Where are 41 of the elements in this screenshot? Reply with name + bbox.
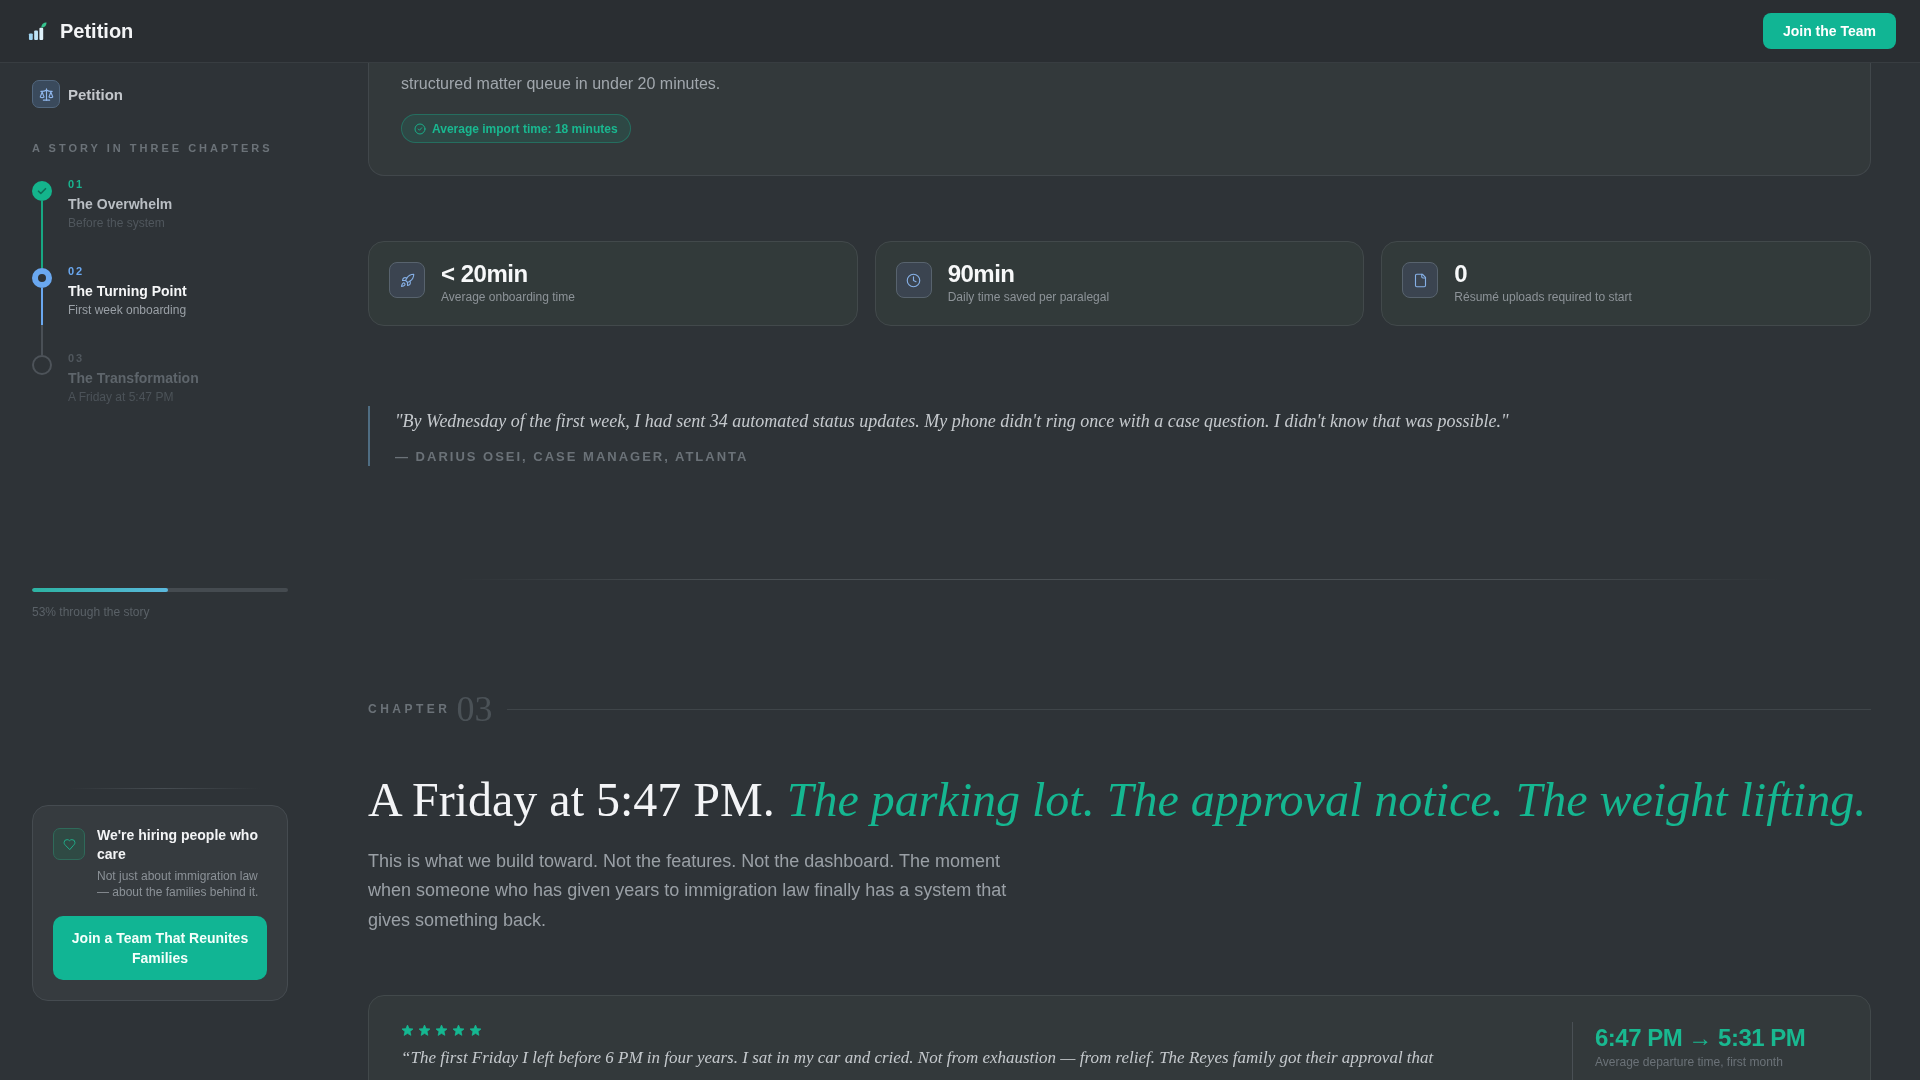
badge-text: Average import time: 18 minutes bbox=[432, 121, 618, 136]
ring-icon[interactable] bbox=[32, 268, 52, 288]
star-icon bbox=[418, 1024, 431, 1038]
stat-label: Daily time saved per paralegal bbox=[947, 289, 1110, 305]
join-team-button[interactable]: Join the Team bbox=[1762, 13, 1896, 49]
star-icon bbox=[452, 1024, 465, 1038]
section-title: A STORY IN THREE CHAPTERS bbox=[32, 141, 274, 155]
chapter-number: 01 bbox=[68, 177, 86, 191]
chapter-title[interactable]: The Turning Point bbox=[68, 281, 288, 301]
star-icon bbox=[401, 1024, 414, 1038]
testimonial-quote: “The first Friday I left before 6 PM in four years. I sat in my car and cried. Not from exhaustion — from relief. The Reyes family got their approval that bbox=[401, 1047, 1435, 1070]
check-circle-icon bbox=[414, 122, 426, 135]
star-icon bbox=[435, 1024, 448, 1038]
stat-value: 90min bbox=[947, 262, 1016, 286]
clock-icon bbox=[895, 262, 932, 298]
departure-time-metric: 6:47 PM → 5:31 PM bbox=[1595, 1024, 1807, 1053]
metric-label: Average departure time, first month bbox=[1595, 1054, 1784, 1071]
rocket-icon bbox=[389, 262, 425, 298]
quote-text: "By Wednesday of the first week, I had sent 34 automated status updates. My phone didn't ring once with a case question. I didn't know that was possible." bbox=[395, 410, 1510, 433]
chapter-title[interactable]: The Overwhelm bbox=[68, 194, 288, 214]
chapter-heading: A Friday at 5:47 PM. The parking lot. The approval notice. The weight lifting. bbox=[368, 772, 1868, 828]
scales-icon bbox=[32, 80, 60, 108]
chapter-number: 02 bbox=[68, 264, 86, 278]
stat-label: Résumé uploads required to start bbox=[1454, 289, 1632, 305]
bar-chart-icon bbox=[28, 21, 47, 41]
chapter-subtitle: First week onboarding bbox=[68, 302, 188, 318]
quote-author: — DARIUS OSEI, CASE MANAGER, ATLANTA bbox=[395, 448, 750, 466]
hiring-title: We're hiring people who care bbox=[97, 826, 259, 864]
sidebar-brand-name: Petition bbox=[68, 85, 123, 103]
hiring-text: Not just about immigration law — about the families behind it. bbox=[97, 868, 260, 900]
document-icon bbox=[1402, 262, 1439, 298]
brand-name: Petition bbox=[60, 19, 134, 43]
star-icon bbox=[469, 1024, 482, 1038]
card-text: structured matter queue in under 20 minutes. bbox=[401, 74, 722, 94]
stat-value: < 20min bbox=[441, 262, 529, 286]
chapter-label: CHAPTER bbox=[368, 702, 451, 716]
stat-value: 0 bbox=[1454, 262, 1469, 286]
join-team-button[interactable]: Join a Team That Reunites Families bbox=[53, 916, 267, 980]
check-circle-icon[interactable] bbox=[32, 181, 52, 201]
stat-label: Average onboarding time bbox=[441, 289, 575, 305]
chapter-text: This is what we build toward. Not the features. Not the dashboard. The moment when someone who has given years to immigration law finally has a system that gives something back. bbox=[368, 850, 1008, 932]
